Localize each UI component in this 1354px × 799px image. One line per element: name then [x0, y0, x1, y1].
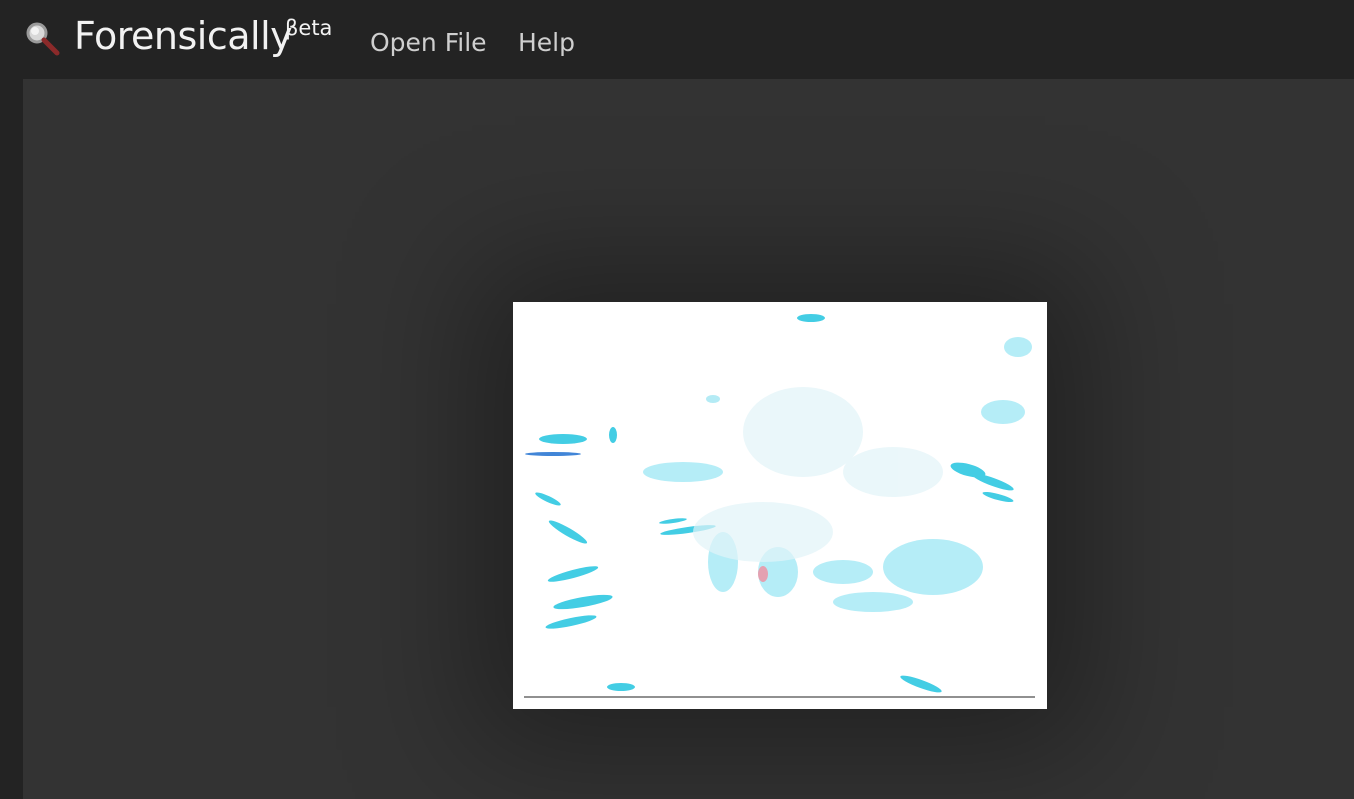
magnifier-icon	[26, 22, 60, 56]
app-header: Forensically βeta Open File Help	[0, 0, 1354, 79]
help-link[interactable]: Help	[518, 28, 575, 57]
error-level-analysis-image	[513, 302, 1047, 709]
app-title: Forensically	[74, 14, 293, 58]
open-file-link[interactable]: Open File	[370, 28, 487, 57]
analysis-canvas[interactable]	[513, 302, 1047, 709]
beta-badge: βeta	[285, 16, 333, 40]
image-workspace[interactable]	[23, 79, 1354, 799]
